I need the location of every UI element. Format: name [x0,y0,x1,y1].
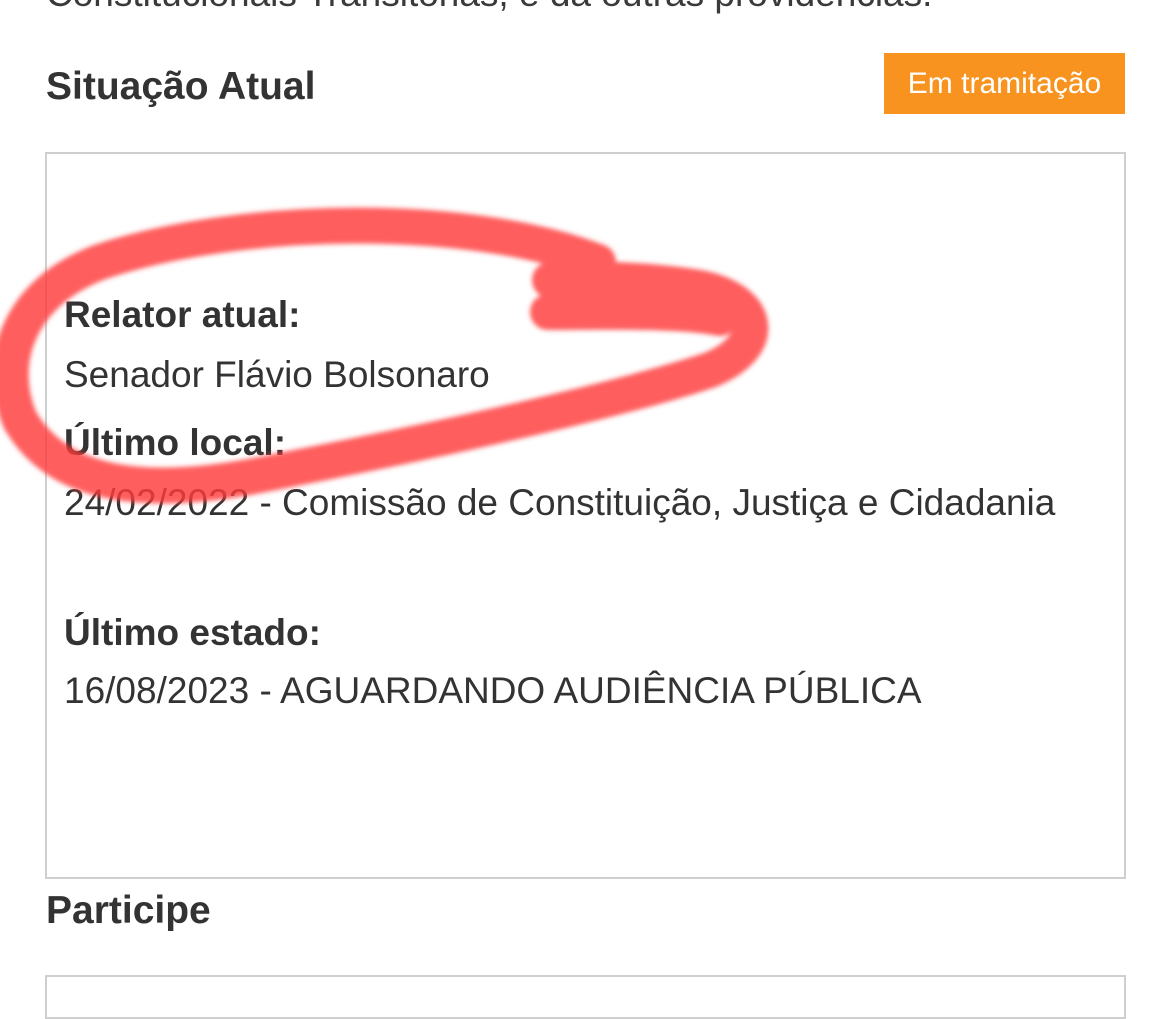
section-title-participe: Participe [46,889,211,932]
relator-label: Relator atual: [64,294,301,335]
participe-box [45,975,1126,1019]
ultimo-local-label: Último local: [64,422,287,463]
ultimo-estado-label: Último estado: [64,612,321,653]
relator-value: Senador Flávio Bolsonaro [64,354,490,395]
status-badge: Em tramitação [884,53,1125,114]
cut-off-description: Constitucionais Transitórias, e dá outra… [46,0,1146,16]
ultimo-local-value: 24/02/2022 - Comissão de Constituição, J… [64,482,1056,523]
section-title-situacao-atual: Situação Atual [46,65,316,108]
ultimo-estado-value: 16/08/2023 - AGUARDANDO AUDIÊNCIA PÚBLIC… [64,670,922,711]
